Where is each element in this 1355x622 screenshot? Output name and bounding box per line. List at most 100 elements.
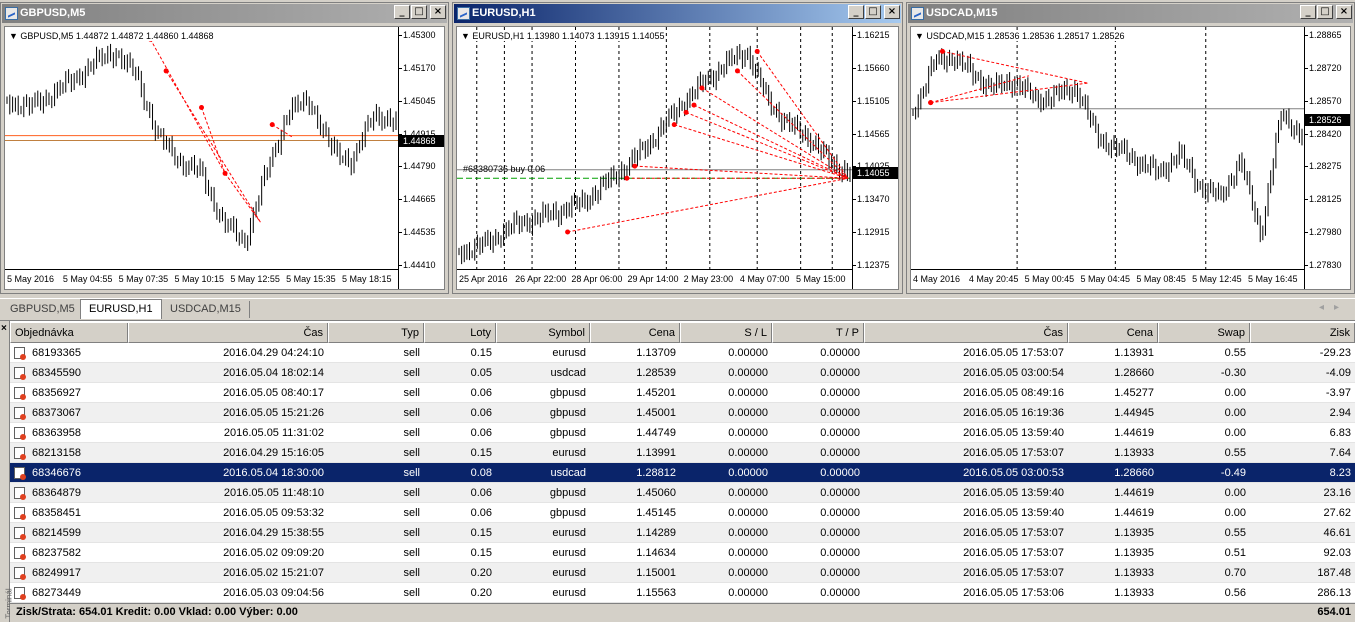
tab-eurusd[interactable]: EURUSD,H1 bbox=[80, 299, 162, 319]
price-tick-label: 1.27980 bbox=[1305, 227, 1342, 238]
table-cell: 2016.05.05 17:53:07 bbox=[963, 567, 1064, 579]
table-row[interactable]: 68273449 2016.05.03 09:04:56 sell 0.20 eurus… bbox=[10, 583, 1355, 603]
order-ticket-icon bbox=[14, 587, 26, 600]
window-title-bar[interactable]: GBPUSD,M5 bbox=[2, 4, 447, 23]
price-tick-label: 1.28865 bbox=[1305, 30, 1342, 40]
table-cell: 1.44619 bbox=[1114, 507, 1154, 519]
table-row[interactable]: 68356927 2016.05.05 08:40:17 sell 0.06 gbpus… bbox=[10, 383, 1355, 403]
table-cell: 2016.05.04 18:02:14 bbox=[223, 367, 324, 379]
table-cell: 23.16 bbox=[1323, 487, 1351, 499]
minimize-button[interactable]: _ bbox=[1300, 5, 1316, 19]
maximize-button[interactable]: □ bbox=[1317, 5, 1333, 19]
table-cell: 1.13933 bbox=[1114, 447, 1154, 459]
table-cell: 2016.05.05 08:49:16 bbox=[963, 387, 1064, 399]
table-row[interactable]: 68363958 2016.05.05 11:31:02 sell 0.06 gbpus… bbox=[10, 423, 1355, 443]
tab-usdcad[interactable]: USDCAD,M15 bbox=[162, 301, 250, 318]
table-cell: sell bbox=[403, 487, 420, 499]
table-cell: 0.00 bbox=[1224, 407, 1246, 419]
table-row[interactable]: 68373067 2016.05.05 15:21:26 sell 0.06 gbpus… bbox=[10, 403, 1355, 423]
column-header[interactable]: Swap bbox=[1158, 323, 1250, 343]
close-button[interactable]: × bbox=[884, 5, 900, 19]
column-header[interactable]: Zisk bbox=[1250, 323, 1355, 343]
maximize-button[interactable]: □ bbox=[865, 5, 881, 19]
table-cell: 2016.04.29 15:16:05 bbox=[223, 447, 324, 459]
table-row[interactable]: 68193365 2016.04.29 04:24:10 sell 0.15 eurus… bbox=[10, 343, 1355, 363]
price-tick-label: 1.28570 bbox=[1305, 95, 1342, 106]
time-axis[interactable]: 5 May 2016 5 May 04:55 5 May 07:35 5 May 10… bbox=[5, 269, 398, 289]
column-header[interactable]: T / P bbox=[772, 323, 864, 343]
time-axis[interactable]: 4 May 2016 4 May 20:45 5 May 00:45 5 May 04… bbox=[911, 269, 1304, 289]
symbol-header: ▼ EURUSD,H1 1.13980 1.14073 1.13915 1.14… bbox=[461, 31, 665, 41]
trade-marker bbox=[699, 85, 705, 91]
chart-plot-area[interactable]: ▼ GBPUSD,M5 1.44872 1.44872 1.44860 1.44… bbox=[4, 26, 445, 290]
price-tick-label: 1.44665 bbox=[399, 194, 436, 205]
trade-marker bbox=[269, 122, 275, 128]
table-row[interactable]: 68214599 2016.04.29 15:38:55 sell 0.15 eurus… bbox=[10, 523, 1355, 543]
tab-gbpusd[interactable]: GBPUSD,M5 bbox=[2, 301, 84, 318]
table-row[interactable]: 68345590 2016.05.04 18:02:14 sell 0.05 usdca… bbox=[10, 363, 1355, 383]
table-cell: 68346676 bbox=[32, 467, 81, 479]
chart-window-eurusd[interactable]: EURUSD,H1 _ □ × ▼ EURUSD,H1 1.13980 1.14… bbox=[452, 2, 903, 294]
table-cell: 2016.05.05 17:53:07 bbox=[963, 447, 1064, 459]
table-cell: 0.00000 bbox=[820, 387, 860, 399]
table-cell: 0.20 bbox=[470, 567, 492, 579]
table-cell: sell bbox=[403, 447, 420, 459]
minimize-button[interactable]: _ bbox=[848, 5, 864, 19]
column-header[interactable]: Objednávka bbox=[10, 323, 128, 343]
table-cell: gbpusd bbox=[549, 387, 586, 399]
table-row[interactable]: 68358451 2016.05.05 09:53:32 sell 0.06 gbpus… bbox=[10, 503, 1355, 523]
column-header[interactable]: Cena bbox=[1068, 323, 1158, 343]
order-ticket-icon bbox=[14, 567, 26, 580]
table-cell: 2016.05.05 11:48:10 bbox=[223, 487, 324, 499]
close-button[interactable]: × bbox=[1336, 5, 1352, 19]
column-header[interactable]: Loty bbox=[424, 323, 496, 343]
table-cell: 2016.05.05 17:53:07 bbox=[963, 347, 1064, 359]
chart-window-usdcad[interactable]: USDCAD,M15 _ □ × ▼ USDCAD,M15 1.28536 1.… bbox=[906, 2, 1355, 294]
table-cell: 2016.05.03 09:04:56 bbox=[223, 587, 324, 599]
maximize-button[interactable]: □ bbox=[411, 5, 427, 19]
time-tick-label: 5 May 10:15 bbox=[174, 274, 225, 284]
window-title-bar[interactable]: EURUSD,H1 bbox=[454, 4, 901, 23]
minimize-button[interactable]: _ bbox=[394, 5, 410, 19]
column-header[interactable]: Čas bbox=[128, 323, 328, 343]
price-tick-label: 1.44410 bbox=[399, 260, 436, 270]
table-row[interactable]: 68213158 2016.04.29 15:16:05 sell 0.15 eurus… bbox=[10, 443, 1355, 463]
table-cell: 0.06 bbox=[470, 507, 492, 519]
column-header[interactable]: Typ bbox=[328, 323, 424, 343]
table-cell: eurusd bbox=[552, 447, 586, 459]
table-row[interactable]: 68237582 2016.05.02 09:09:20 sell 0.15 eurus… bbox=[10, 543, 1355, 563]
chart-plot-area[interactable]: ▼ USDCAD,M15 1.28536 1.28536 1.28517 1.2… bbox=[910, 26, 1351, 290]
table-cell: 2016.04.29 15:38:55 bbox=[223, 527, 324, 539]
chart-window-icon bbox=[5, 7, 18, 20]
trade-marker bbox=[671, 122, 677, 128]
time-axis[interactable]: 25 Apr 2016 26 Apr 22:00 28 Apr 06:00 29 Ap… bbox=[457, 269, 852, 289]
chart-plot-area[interactable]: ▼ EURUSD,H1 1.13980 1.14073 1.13915 1.14… bbox=[456, 26, 899, 290]
table-row[interactable]: 68249917 2016.05.02 15:21:07 sell 0.20 eurus… bbox=[10, 563, 1355, 583]
summary-text: Zisk/Strata: 654.01 Kredit: 0.00 Vklad: … bbox=[16, 606, 298, 618]
column-header[interactable]: Cena bbox=[590, 323, 680, 343]
table-row[interactable]: 68346676 2016.05.04 18:30:00 sell 0.08 usdca… bbox=[10, 463, 1355, 483]
table-cell: 0.00000 bbox=[728, 447, 768, 459]
table-cell: 0.00000 bbox=[728, 467, 768, 479]
column-header[interactable]: Čas bbox=[864, 323, 1068, 343]
chart-window-gbpusd[interactable]: GBPUSD,M5 _ □ × ▼ GBPUSD,M5 1.44872 1.44… bbox=[0, 2, 449, 294]
price-axis[interactable]: 1.28865 1.28720 1.28570 1.28420 1.28275 1.281… bbox=[1304, 27, 1350, 289]
price-axis[interactable]: 1.45300 1.45170 1.45045 1.44915 1.44790 1.446… bbox=[398, 27, 444, 289]
close-terminal-icon[interactable]: × bbox=[1, 323, 7, 334]
table-cell: 68363958 bbox=[32, 427, 81, 439]
close-button[interactable]: × bbox=[430, 5, 446, 19]
trade-line bbox=[701, 87, 849, 179]
table-cell: 0.20 bbox=[470, 587, 492, 599]
tab-scroll-arrows[interactable]: ◂▸ bbox=[1319, 302, 1349, 313]
table-row[interactable]: 68364879 2016.05.05 11:48:10 sell 0.06 gbpus… bbox=[10, 483, 1355, 503]
column-header[interactable]: Symbol bbox=[496, 323, 590, 343]
table-header: Objednávka Čas Typ Loty Symbol Cena S / LT / P… bbox=[10, 323, 1355, 343]
column-header[interactable]: S / L bbox=[680, 323, 772, 343]
order-ticket-icon bbox=[14, 487, 26, 500]
price-axis[interactable]: 1.162151.156601.151051.145651.140251.134… bbox=[852, 27, 898, 289]
table-cell: 1.13931 bbox=[1114, 347, 1154, 359]
trade-line bbox=[693, 104, 849, 179]
table-cell: 68214599 bbox=[32, 527, 81, 539]
window-title-bar[interactable]: USDCAD,M15 bbox=[908, 4, 1353, 23]
trade-marker bbox=[939, 48, 945, 54]
